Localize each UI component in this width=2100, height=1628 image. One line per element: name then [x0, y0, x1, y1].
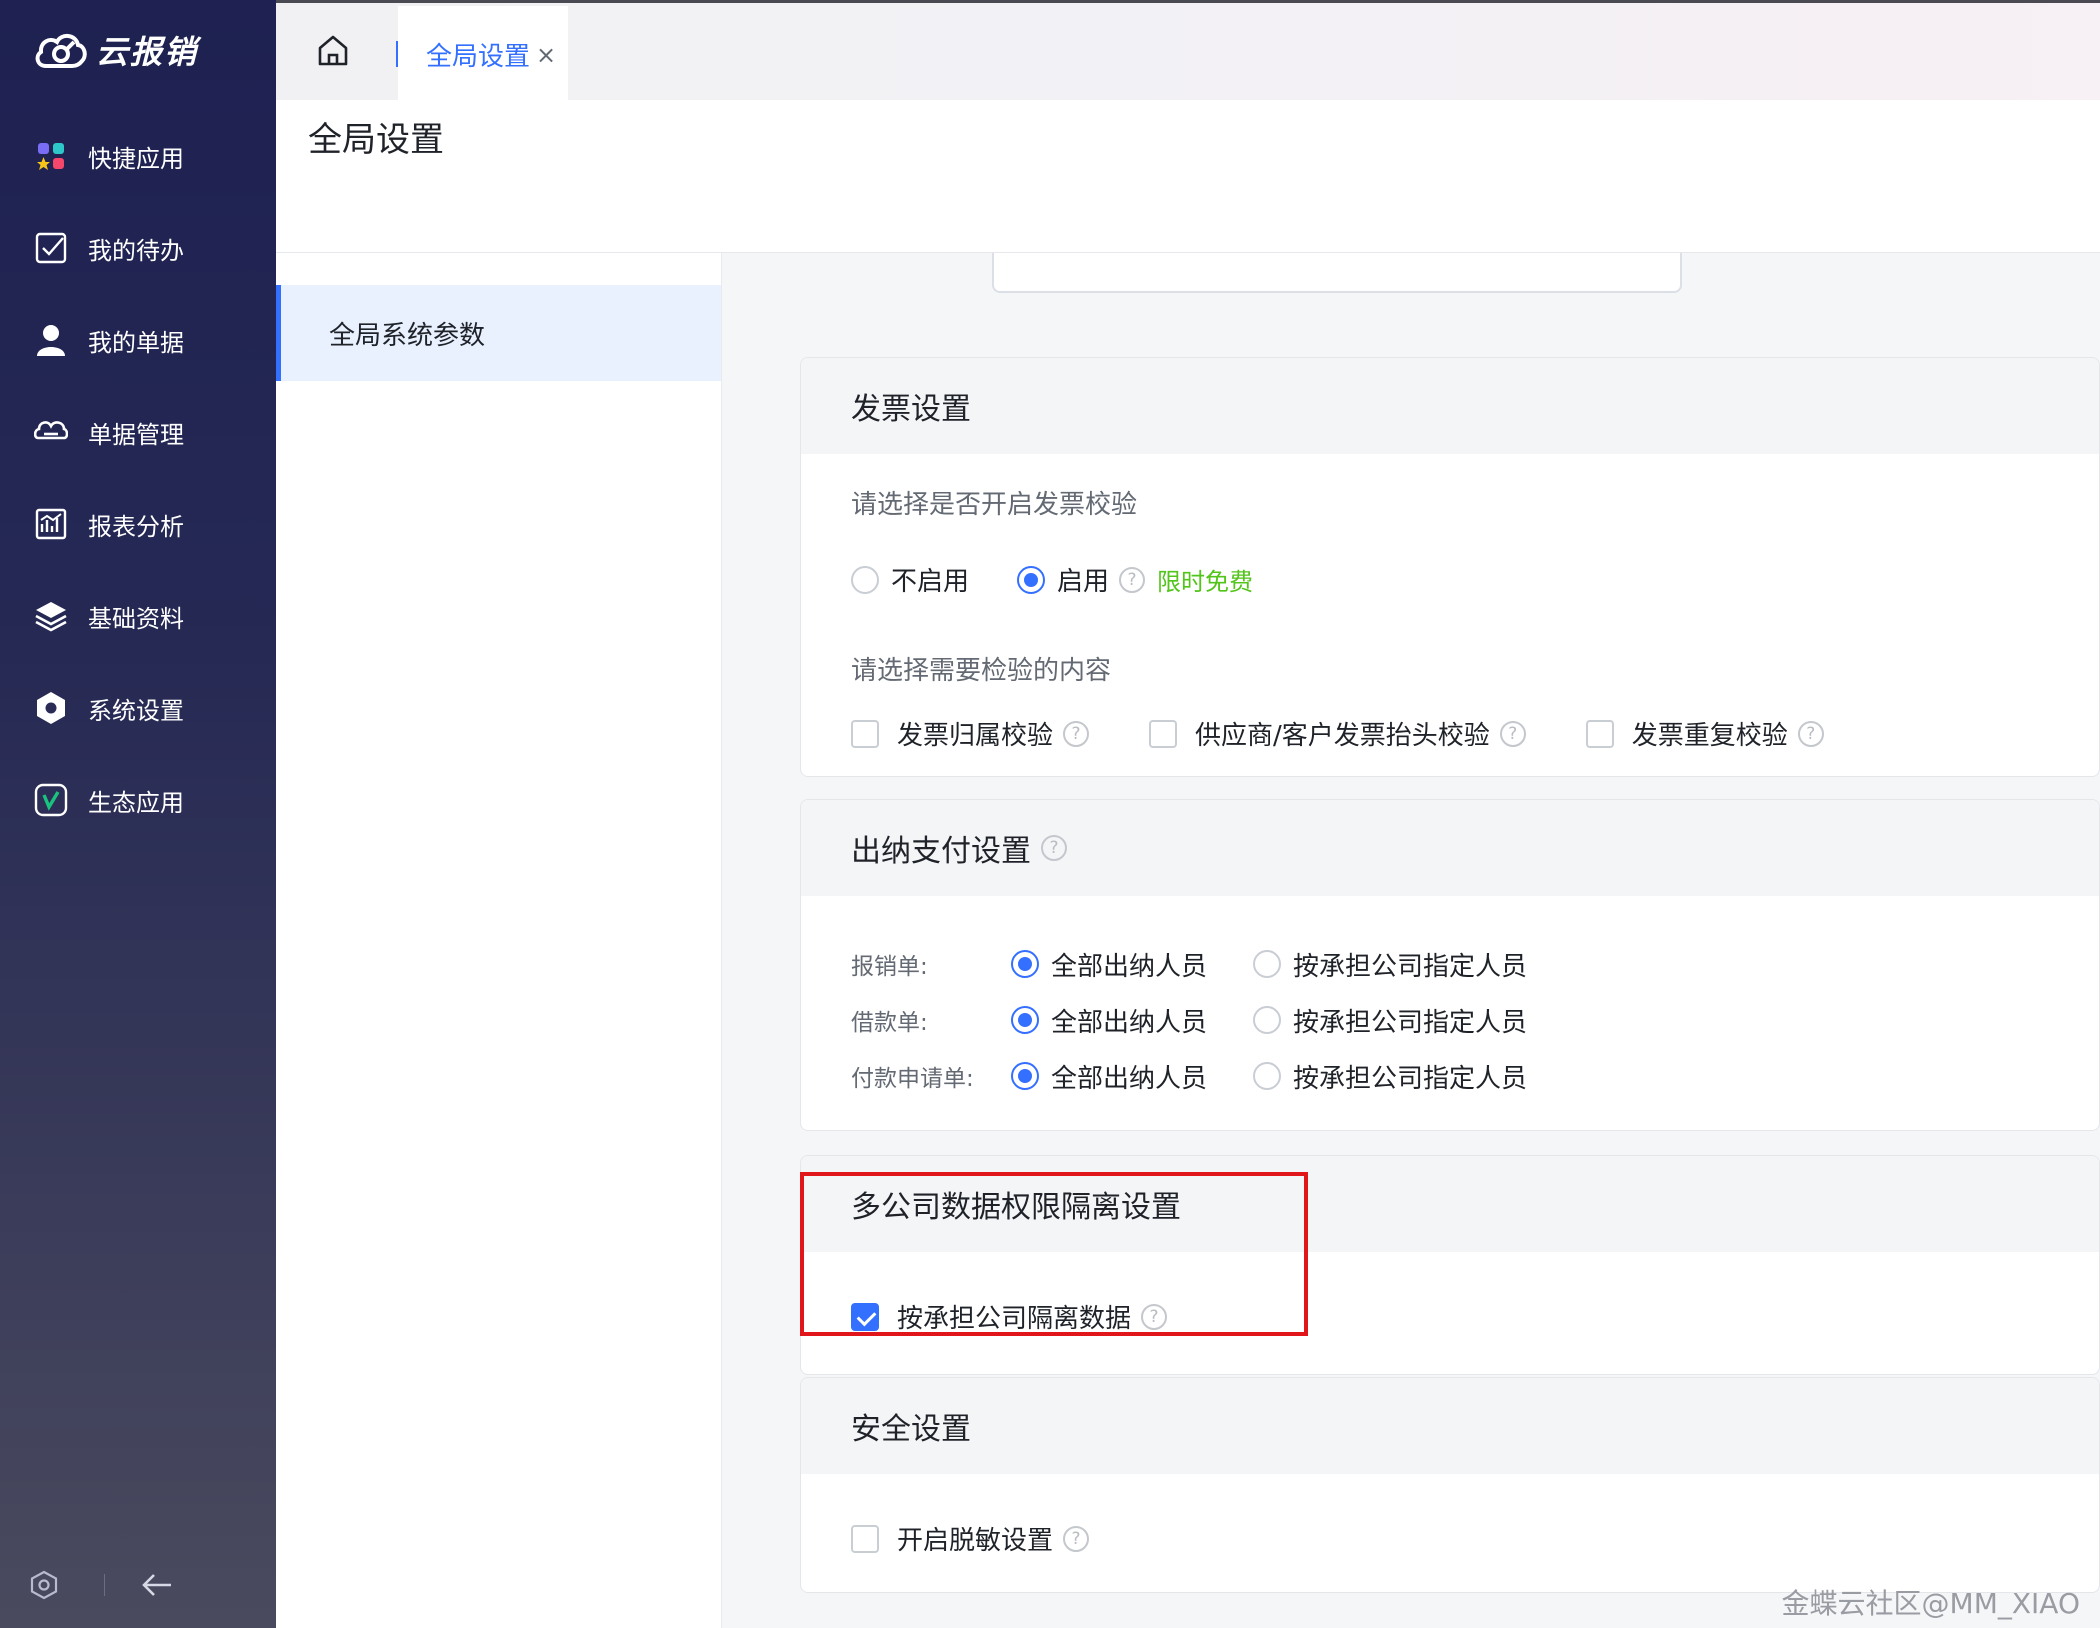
all-cashiers-label: 全部出纳人员	[1051, 1063, 1208, 1094]
multicompany-settings-title: 多公司数据权限隔离设置	[801, 1156, 2099, 1252]
tab-close-icon[interactable]: ×	[536, 41, 556, 69]
cashier-settings-header: 出纳支付设置 ?	[801, 800, 2099, 896]
settings-content: 发票设置 请选择是否开启发票校验 不启用 启用 ? 限时免费 请选择需要检验的内…	[722, 253, 2100, 1628]
ecosystem-app-icon	[34, 783, 68, 817]
invoice-ownership-checkbox[interactable]	[851, 719, 879, 748]
company-cashiers-radio[interactable]	[1253, 1062, 1282, 1090]
company-cashiers-label: 按承担公司指定人员	[1293, 1063, 1528, 1094]
sidebar-item-label: 生态应用	[88, 788, 184, 817]
sidebar-item-label: 基础资料	[88, 604, 184, 633]
multicompany-settings-card: 多公司数据权限隔离设置 按承担公司隔离数据 ?	[800, 1155, 2100, 1375]
settings-menu: 全局系统参数	[276, 253, 722, 1628]
previous-section-edge	[992, 253, 1682, 293]
free-trial-tag: 限时免费	[1157, 568, 1254, 596]
layers-icon	[34, 599, 68, 633]
help-icon[interactable]: ?	[1063, 720, 1090, 747]
sidebar-item-my-documents[interactable]: 我的单据	[0, 294, 276, 386]
help-icon[interactable]: ?	[1499, 720, 1526, 747]
sidebar-item-label: 报表分析	[88, 512, 184, 541]
apps-grid-icon	[34, 139, 68, 173]
cashier-row-label: 借款单:	[851, 1010, 928, 1036]
invoice-duplicate-checkbox[interactable]	[1585, 719, 1614, 748]
invoice-enable-prompt: 请选择是否开启发票校验	[851, 490, 1138, 520]
collapse-arrow-left-icon[interactable]	[141, 1572, 173, 1598]
app-logo[interactable]: 云报销	[0, 0, 276, 100]
company-cashiers-radio[interactable]	[1253, 950, 1282, 978]
cashier-settings-title: 出纳支付设置	[851, 834, 1031, 869]
security-settings-title: 安全设置	[801, 1378, 2099, 1474]
sidebar-item-label: 快捷应用	[88, 144, 184, 173]
invoice-header-label: 供应商/客户发票抬头校验	[1195, 721, 1490, 751]
help-icon[interactable]: ?	[1119, 566, 1146, 593]
todo-check-icon	[34, 231, 68, 265]
invoice-header-checkbox[interactable]	[1149, 719, 1178, 748]
all-cashiers-radio[interactable]	[1011, 1006, 1039, 1034]
sidebar-item-quick-apps[interactable]: 快捷应用	[0, 110, 276, 202]
all-cashiers-label: 全部出纳人员	[1051, 951, 1208, 982]
company-cashiers-radio[interactable]	[1253, 1006, 1282, 1034]
company-cashiers-label: 按承担公司指定人员	[1293, 951, 1528, 982]
invoice-ownership-label: 发票归属校验	[897, 721, 1054, 751]
settings-hex-icon	[34, 691, 68, 725]
sidebar-item-ecosystem-apps[interactable]: 生态应用	[0, 754, 276, 846]
invoice-disable-radio[interactable]	[851, 565, 879, 594]
help-icon[interactable]: ?	[1041, 835, 1067, 861]
all-cashiers-label: 全部出纳人员	[1051, 1007, 1208, 1038]
sidebar: 云报销 快捷应用 我的待办 我的单据 单据管理 报表分析 基础资料 系统设置 生…	[0, 0, 276, 1628]
invoice-content-prompt: 请选择需要检验的内容	[851, 656, 1112, 686]
cashier-row-label: 付款申请单:	[851, 1066, 974, 1092]
app-logo-text: 云报销	[96, 33, 199, 71]
invoice-enable-radio[interactable]	[1017, 565, 1046, 594]
sidebar-item-system-settings[interactable]: 系统设置	[0, 662, 276, 754]
tab-bar: 全局设置 ×	[276, 0, 2100, 103]
sidebar-item-label: 单据管理	[88, 420, 184, 449]
sidebar-item-document-management[interactable]: 单据管理	[0, 386, 276, 478]
user-icon	[34, 323, 68, 357]
desensitize-checkbox[interactable]	[851, 1524, 879, 1553]
menu-item-global-system-params[interactable]: 全局系统参数	[276, 285, 721, 381]
sidebar-item-label: 我的单据	[88, 328, 184, 357]
invoice-duplicate-label: 发票重复校验	[1631, 721, 1788, 751]
help-icon[interactable]: ?	[1141, 1303, 1168, 1330]
invoice-settings-title: 发票设置	[801, 358, 2099, 454]
invoice-settings-card: 发票设置 请选择是否开启发票校验 不启用 启用 ? 限时免费 请选择需要检验的内…	[800, 357, 2100, 777]
sidebar-item-label: 我的待办	[88, 236, 184, 265]
sidebar-item-todo[interactable]: 我的待办	[0, 202, 276, 294]
cashier-row-expense: 报销单: 全部出纳人员 按承担公司指定人员	[851, 936, 2099, 992]
cashier-row-loan: 借款单: 全部出纳人员 按承担公司指定人员	[851, 992, 2099, 1048]
sidebar-footer	[30, 1570, 173, 1600]
sidebar-item-label: 系统设置	[88, 696, 184, 725]
desensitize-label: 开启脱敏设置	[897, 1526, 1054, 1556]
sidebar-item-basic-data[interactable]: 基础资料	[0, 570, 276, 662]
report-chart-icon	[34, 507, 68, 541]
isolate-by-company-label: 按承担公司隔离数据	[897, 1304, 1132, 1334]
cashier-settings-card: 出纳支付设置 ? 报销单: 全部出纳人员 按承担公司指定人员 借款单: 全部出纳…	[800, 799, 2100, 1131]
tab-global-settings[interactable]: 全局设置 ×	[398, 6, 568, 103]
document-manage-icon	[34, 415, 68, 449]
company-cashiers-label: 按承担公司指定人员	[1293, 1007, 1528, 1038]
isolate-by-company-checkbox[interactable]	[851, 1302, 879, 1331]
help-icon[interactable]: ?	[1797, 720, 1824, 747]
home-icon[interactable]	[316, 33, 350, 67]
cloud-logo-icon	[35, 34, 87, 68]
security-settings-card: 安全设置 开启脱敏设置 ?	[800, 1377, 2100, 1593]
help-icon[interactable]: ?	[1063, 1525, 1090, 1552]
all-cashiers-radio[interactable]	[1011, 950, 1039, 978]
cashier-row-payment-request: 付款申请单: 全部出纳人员 按承担公司指定人员	[851, 1048, 2099, 1104]
cashier-row-label: 报销单:	[851, 954, 928, 980]
footer-divider	[104, 1574, 105, 1596]
sidebar-item-report-analysis[interactable]: 报表分析	[0, 478, 276, 570]
tab-label: 全局设置	[426, 42, 531, 72]
watermark-text: 金蝶云社区@MM_XIAO	[1781, 1587, 2080, 1620]
invoice-disable-label: 不启用	[891, 567, 970, 597]
sidebar-nav: 快捷应用 我的待办 我的单据 单据管理 报表分析 基础资料 系统设置 生态应用	[0, 110, 276, 846]
settings-hex-outline-icon[interactable]	[30, 1570, 58, 1600]
invoice-enable-label: 启用	[1057, 567, 1110, 597]
all-cashiers-radio[interactable]	[1011, 1062, 1039, 1090]
page-title: 全局设置	[308, 120, 444, 160]
page-header: 全局设置	[276, 100, 2100, 253]
